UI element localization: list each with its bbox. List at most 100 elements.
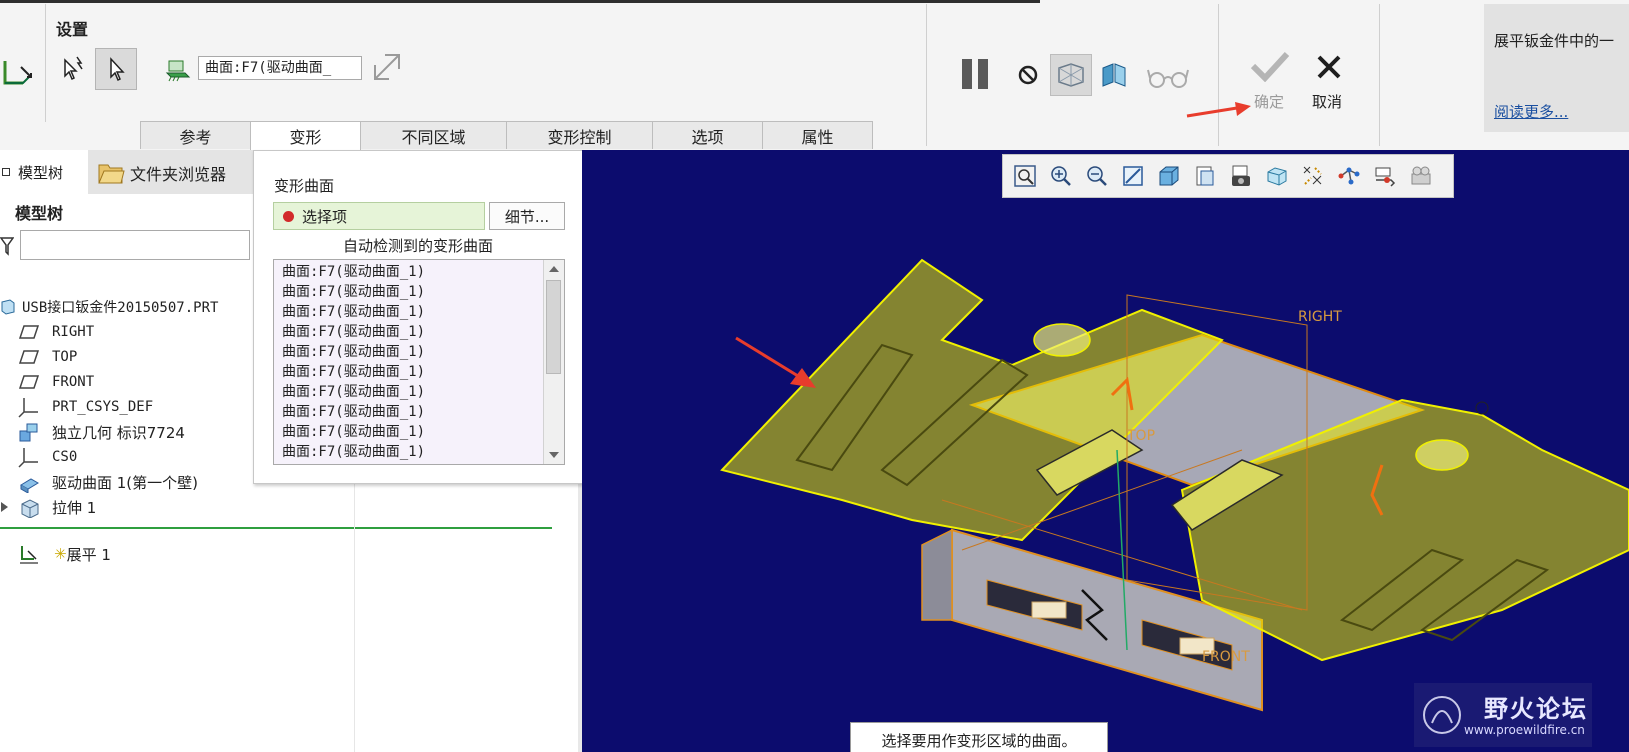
surface-list-item[interactable]: 曲面:F7(驱动曲面_1)	[282, 442, 425, 462]
separator	[45, 4, 46, 122]
surface-list-item[interactable]: 曲面:F7(驱动曲面_1)	[282, 402, 425, 422]
annotation-arrow-icon	[735, 336, 816, 388]
details-button[interactable]: 细节...	[489, 202, 565, 230]
list-scrollbar[interactable]	[543, 260, 564, 464]
tab-different-regions[interactable]: 不同区域	[360, 121, 507, 149]
tree-item-front[interactable]: FRONT	[18, 370, 94, 394]
surface-list-item[interactable]: 曲面:F7(驱动曲面_1)	[282, 302, 425, 322]
select-pointer-button[interactable]	[95, 48, 137, 90]
flatten-direction-icon[interactable]	[370, 50, 404, 84]
geometry-icon	[19, 423, 38, 442]
filter-icon[interactable]	[0, 236, 14, 256]
folder-icon	[98, 164, 125, 184]
surface-list-item[interactable]: 曲面:F7(驱动曲面_1)	[282, 342, 425, 362]
help-text: 展平钣金件中的一	[1494, 32, 1615, 50]
pause-icon[interactable]	[955, 54, 995, 94]
column-divider	[354, 482, 355, 752]
smart-select-icon[interactable]	[58, 52, 88, 84]
tree-item-label: 展平 1	[66, 545, 111, 564]
confirm-check-icon[interactable]	[1248, 48, 1292, 84]
ribbon-top-border	[0, 0, 1040, 3]
surface-list-item[interactable]: 曲面:F7(驱动曲面_1)	[282, 422, 425, 442]
new-feature-star-icon: ✳	[54, 545, 67, 563]
insert-indicator-line	[0, 527, 552, 529]
separator	[1379, 4, 1380, 146]
flattened-flange-left[interactable]	[720, 258, 1224, 542]
tree-item-cs0[interactable]: CS0	[18, 445, 77, 469]
tree-item-independent-geometry[interactable]: 独立几何 标识7724	[18, 420, 185, 444]
datum-right-label: RIGHT	[1298, 309, 1342, 325]
tree-item-extrude[interactable]: 拉伸 1	[0, 495, 96, 519]
status-message: 选择要用作变形区域的曲面。	[850, 722, 1108, 752]
settings-label: 设置	[56, 20, 89, 39]
flatten-feature-icon	[0, 50, 36, 96]
sheetmetal-wall-icon	[20, 478, 39, 493]
tab-model-tree[interactable]: 模型树	[0, 150, 88, 194]
tab-properties[interactable]: 属性	[762, 121, 873, 149]
help-panel: 展平钣金件中的一 阅读更多...	[1484, 4, 1629, 132]
preview-feature-icon[interactable]	[1097, 58, 1131, 92]
tree-item-driving-surface[interactable]: 驱动曲面 1(第一个壁)	[18, 470, 198, 494]
tree-item-right[interactable]: RIGHT	[18, 320, 94, 344]
surface-list-item[interactable]: 曲面:F7(驱动曲面_1)	[282, 322, 425, 342]
tab-references[interactable]: 参考	[140, 121, 251, 149]
surface-collector[interactable]: 选择项	[273, 202, 485, 230]
tree-item-label: 拉伸 1	[52, 498, 97, 517]
stop-icon[interactable]	[1015, 62, 1041, 88]
separator	[1218, 4, 1219, 146]
close-icon[interactable]	[1312, 50, 1346, 84]
part-icon	[1, 299, 15, 315]
surface-list-item[interactable]: 曲面:F7(驱动曲面_1)	[282, 282, 425, 302]
cancel-button[interactable]: 取消	[1312, 91, 1342, 112]
tab-folder-browser[interactable]: 文件夹浏览器	[96, 156, 226, 190]
select-item-label: 选择项	[302, 207, 348, 226]
ok-button[interactable]: 确定	[1254, 91, 1284, 112]
surface-list-items: 曲面:F7(驱动曲面_1) 曲面:F7(驱动曲面_1) 曲面:F7(驱动曲面_1) 曲…	[282, 262, 425, 462]
extrude-icon	[21, 499, 39, 518]
expand-arrow-icon[interactable]	[0, 501, 10, 513]
sheet-metal-model[interactable]: RIGHT TOP FRONT	[582, 150, 1629, 752]
datum-front-label: FRONT	[1202, 649, 1250, 665]
annotation-arrow-icon	[1186, 102, 1251, 118]
tree-item-label: RIGHT	[52, 324, 95, 340]
tree-item-label: TOP	[52, 349, 78, 365]
tree-item-label: FRONT	[52, 374, 95, 390]
tree-item-flatten[interactable]: ✳ 展平 1	[18, 542, 111, 566]
scroll-up-icon[interactable]	[549, 266, 559, 272]
watermark: 野火论坛 www.proewildfire.cn	[1414, 683, 1592, 747]
scroll-thumb[interactable]	[546, 280, 561, 374]
glasses-preview-icon[interactable]	[1146, 62, 1190, 92]
datum-top-label: TOP	[1126, 428, 1155, 444]
tree-item-part[interactable]: USB接口钣金件20150507.PRT	[0, 295, 218, 319]
read-more-link[interactable]: 阅读更多...	[1494, 101, 1568, 122]
plane-icon	[18, 375, 40, 389]
ribbon-tabs: 参考 变形 不同区域 变形控制 选项 属性	[140, 121, 873, 150]
watermark-url: www.proewildfire.cn	[1464, 723, 1585, 737]
watermark-title: 野火论坛	[1484, 695, 1588, 723]
surface-list-item[interactable]: 曲面:F7(驱动曲面_1)	[282, 262, 425, 282]
tree-item-prt-csys-def[interactable]: PRT_CSYS_DEF	[18, 395, 153, 419]
verify-model-button[interactable]	[1050, 54, 1092, 96]
tab-options[interactable]: 选项	[652, 121, 763, 149]
tree-item-top[interactable]: TOP	[18, 345, 77, 369]
auto-detected-label: 自动检测到的变形曲面	[342, 237, 493, 255]
surface-collector-icon	[162, 52, 194, 84]
tab-deform[interactable]: 变形	[250, 121, 361, 150]
deform-surface-field[interactable]: 曲面:F7(驱动曲面_	[198, 56, 362, 80]
ribbon: 设置 曲面:F7(驱动曲面_ 参考 变形 不同区域 变形控制 选项 属性 确定 …	[0, 0, 1629, 151]
tab-folder-browser-label: 文件夹浏览器	[130, 165, 227, 184]
surface-list-item[interactable]: 曲面:F7(驱动曲面_1)	[282, 382, 425, 402]
required-dot-icon	[283, 210, 294, 222]
tree-item-label: PRT_CSYS_DEF	[52, 399, 154, 415]
forum-logo-icon	[1423, 696, 1461, 734]
graphics-viewport[interactable]: RIGHT TOP FRONT 选择要用作变形区域的曲面。 野火论坛 www.p…	[582, 150, 1629, 752]
deform-tab-panel: 变形曲面 选择项 细节... 自动检测到的变形曲面 曲面:F7(驱动曲面_1) 曲…	[253, 150, 583, 484]
tree-filter-input[interactable]	[20, 230, 250, 260]
scroll-down-icon[interactable]	[549, 452, 559, 458]
surface-list-item[interactable]: 曲面:F7(驱动曲面_1)	[282, 362, 425, 382]
tree-item-label: 独立几何 标识7724	[52, 423, 185, 442]
surface-list[interactable]: 曲面:F7(驱动曲面_1) 曲面:F7(驱动曲面_1) 曲面:F7(驱动曲面_1) 曲…	[273, 259, 565, 465]
model-tree-heading: 模型树	[15, 204, 64, 223]
tree-item-label: USB接口钣金件20150507.PRT	[22, 300, 219, 316]
tab-deform-control[interactable]: 变形控制	[506, 121, 653, 149]
